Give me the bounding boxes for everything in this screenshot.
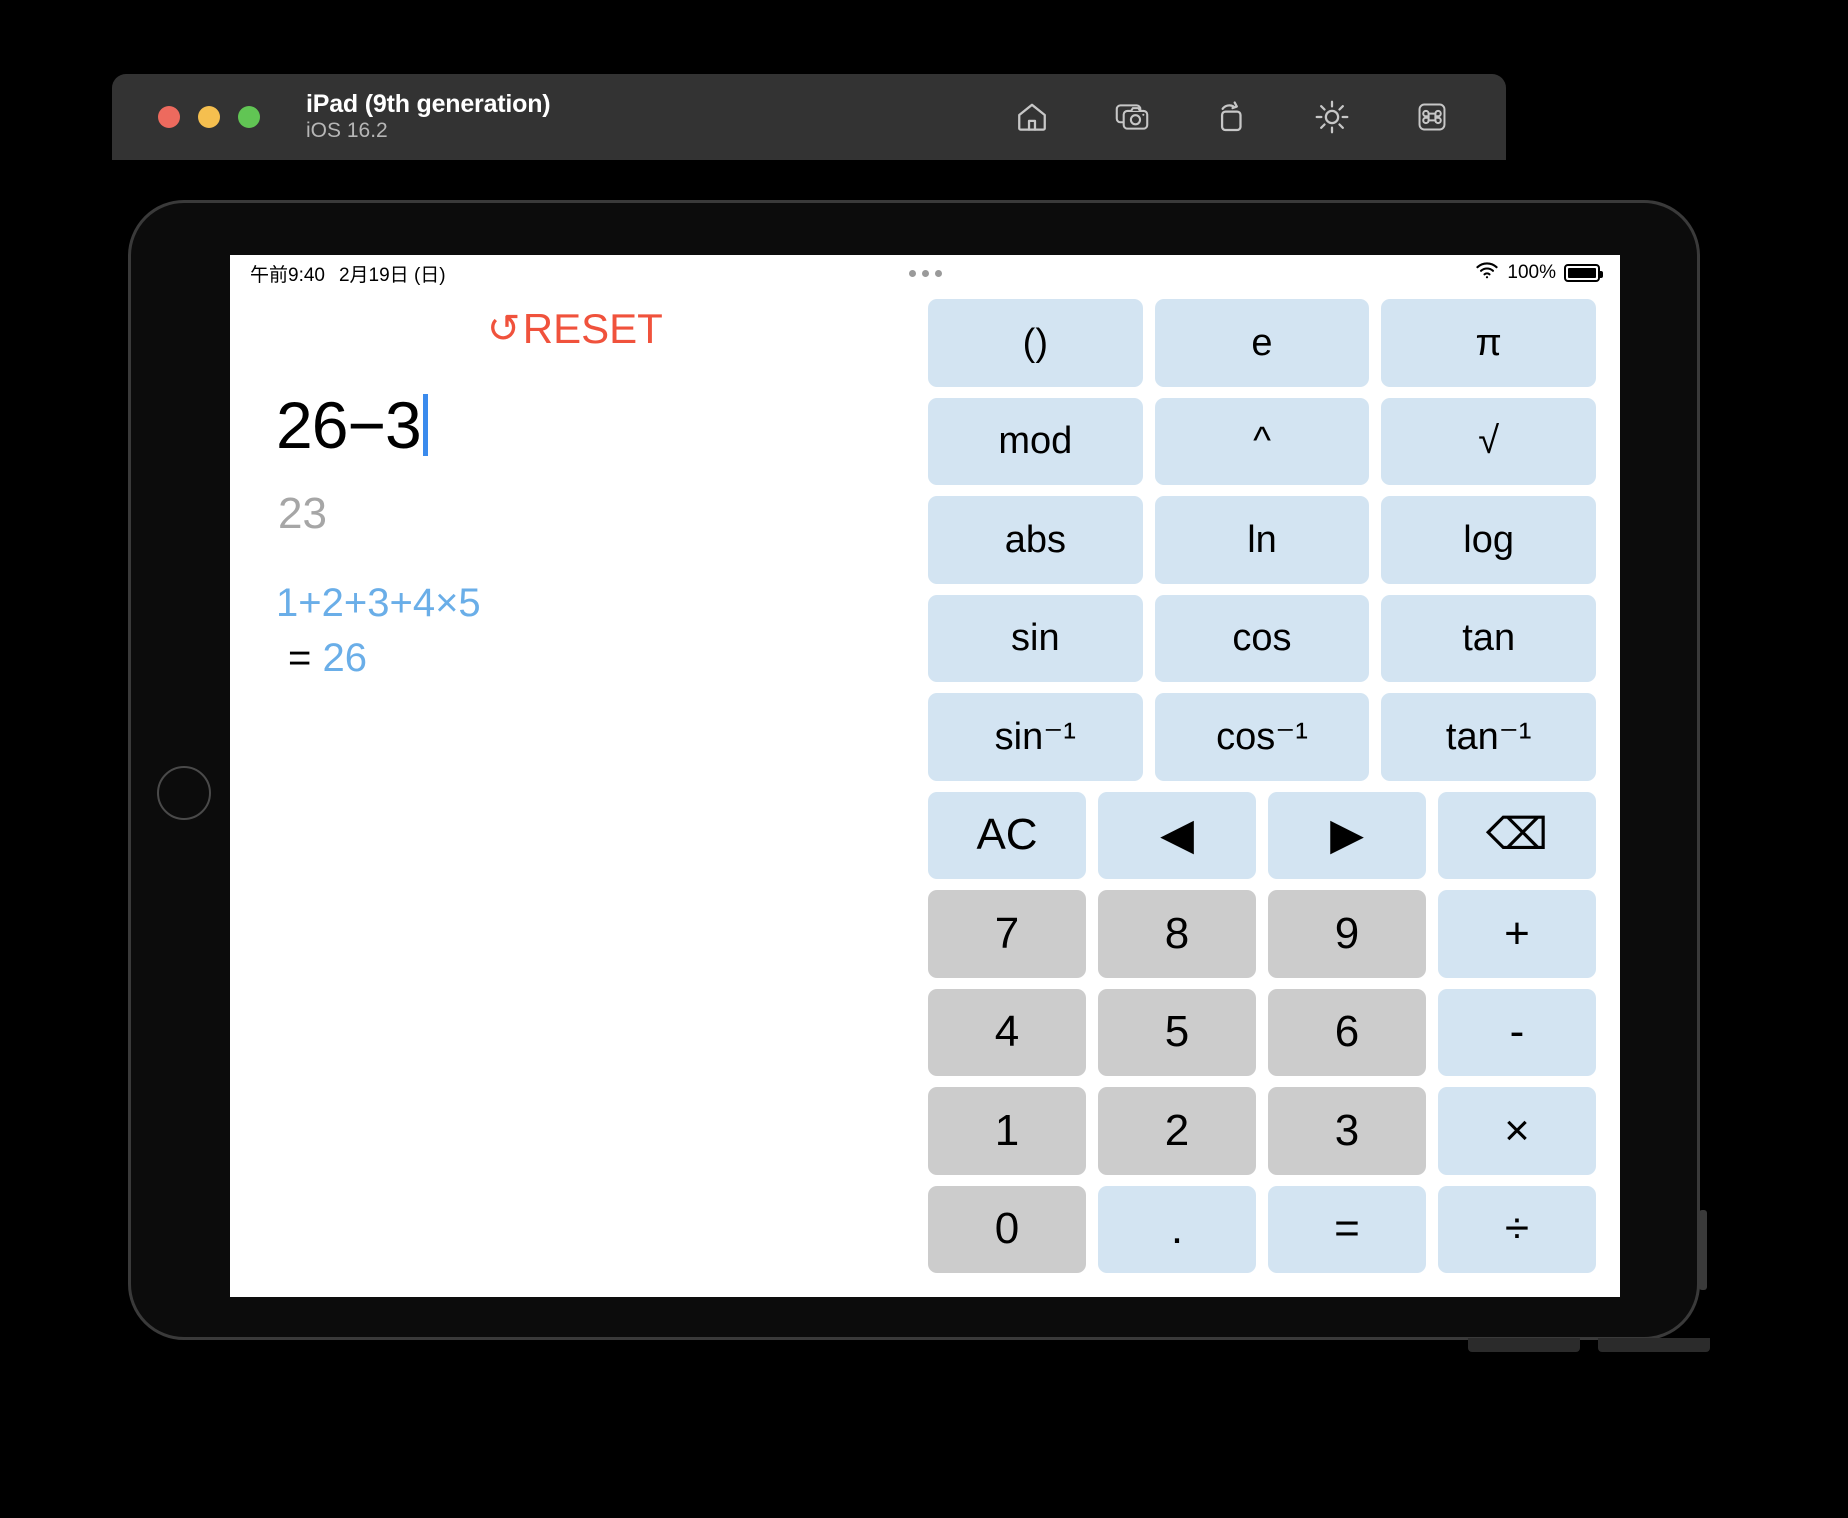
history-result: 26 — [322, 636, 367, 680]
simulator-titlebar: iPad (9th generation) iOS 16.2 — [112, 74, 1506, 160]
reset-button[interactable]: ↻ RESET — [487, 305, 663, 353]
calculator-keypad: () e π mod ^ √ abs ln log sin cos tan sin⁻¹ cos⁻¹ tan⁻… — [928, 299, 1618, 1287]
status-bar-left: 午前9:40 2月19日 (日) — [250, 260, 446, 287]
key-minus[interactable]: - — [1438, 988, 1596, 1076]
key-power[interactable]: ^ — [1154, 397, 1370, 485]
ipad-screen: 午前9:40 2月19日 (日) 100% ↻ RESET 26−3 23 1+… — [230, 255, 1620, 1297]
simulator-toolbar — [1010, 95, 1454, 139]
key-sqrt[interactable]: √ — [1381, 397, 1596, 485]
key-ln[interactable]: ln — [1154, 496, 1370, 584]
ipad-foot-right — [1598, 1338, 1710, 1352]
key-cursor-left[interactable]: ◀ — [1098, 791, 1256, 879]
history-list: 1+2+3+4×5 = 26 — [276, 581, 892, 681]
key-9[interactable]: 9 — [1268, 890, 1426, 978]
history-result-row: = 26 — [288, 636, 892, 681]
key-2[interactable]: 2 — [1098, 1087, 1256, 1175]
key-divide[interactable]: ÷ — [1438, 1185, 1596, 1273]
key-decimal[interactable]: . — [1098, 1185, 1256, 1273]
key-5[interactable]: 5 — [1098, 988, 1256, 1076]
screenshot-root: iPad (9th generation) iOS 16.2 午前9:40 2月… — [0, 0, 1848, 1518]
key-cursor-right[interactable]: ▶ — [1268, 791, 1426, 879]
key-parentheses[interactable]: () — [928, 299, 1143, 387]
simulator-os-version: iOS 16.2 — [306, 119, 388, 143]
zoom-button[interactable] — [238, 106, 260, 128]
key-arccos[interactable]: cos⁻¹ — [1154, 693, 1370, 781]
reset-button-label: RESET — [522, 305, 663, 352]
simulator-title-block: iPad (9th generation) iOS 16.2 — [306, 89, 551, 144]
rotate-icon[interactable] — [1210, 95, 1254, 139]
history-equals-sign: = — [288, 636, 312, 680]
key-equals[interactable]: = — [1268, 1185, 1426, 1273]
home-icon[interactable] — [1010, 95, 1054, 139]
key-arctan[interactable]: tan⁻¹ — [1381, 693, 1596, 781]
ios-status-bar: 午前9:40 2月19日 (日) 100% — [230, 255, 1620, 291]
status-time: 午前9:40 — [250, 264, 325, 286]
expression-text: 26−3 — [276, 388, 422, 462]
ipad-foot-left — [1468, 1338, 1580, 1352]
key-6[interactable]: 6 — [1268, 988, 1426, 1076]
multitask-dots-icon[interactable] — [908, 269, 942, 277]
keyboard-shortcut-icon[interactable] — [1410, 95, 1454, 139]
battery-full-icon — [1564, 264, 1603, 282]
close-button[interactable] — [158, 106, 180, 128]
preview-result: 23 — [278, 489, 327, 538]
battery-percent-label: 100% — [1507, 262, 1556, 283]
key-sin[interactable]: sin — [928, 594, 1143, 682]
key-plus[interactable]: + — [1438, 890, 1596, 978]
reset-row: ↻ RESET — [258, 305, 892, 353]
key-multiply[interactable]: × — [1438, 1087, 1596, 1175]
window-controls — [158, 106, 260, 128]
wifi-icon — [1475, 261, 1499, 285]
key-7[interactable]: 7 — [928, 890, 1086, 978]
history-expression: 1+2+3+4×5 — [276, 581, 481, 625]
key-cos[interactable]: cos — [1154, 594, 1370, 682]
simulator-device-name: iPad (9th generation) — [306, 89, 551, 118]
key-all-clear[interactable]: AC — [928, 791, 1086, 879]
ipad-side-button[interactable] — [1699, 1210, 1707, 1290]
ipad-home-button[interactable] — [157, 766, 211, 820]
key-4[interactable]: 4 — [928, 988, 1086, 1076]
key-8[interactable]: 8 — [1098, 890, 1256, 978]
key-mod[interactable]: mod — [928, 397, 1143, 485]
key-abs[interactable]: abs — [928, 496, 1143, 584]
key-pi[interactable]: π — [1381, 299, 1596, 387]
screenshot-icon[interactable] — [1110, 95, 1154, 139]
key-e[interactable]: e — [1154, 299, 1370, 387]
key-0[interactable]: 0 — [928, 1185, 1086, 1273]
reset-icon: ↻ — [487, 307, 521, 351]
minimize-button[interactable] — [198, 106, 220, 128]
key-log[interactable]: log — [1381, 496, 1596, 584]
status-bar-right: 100% — [1475, 261, 1603, 285]
text-caret — [422, 394, 428, 456]
expression-field[interactable]: 26−3 — [276, 387, 892, 463]
key-3[interactable]: 3 — [1268, 1087, 1426, 1175]
key-tan[interactable]: tan — [1381, 594, 1596, 682]
brightness-icon[interactable] — [1310, 95, 1354, 139]
calculator-display-panel: ↻ RESET 26−3 23 1+2+3+4×5 = 26 — [230, 291, 920, 1297]
key-1[interactable]: 1 — [928, 1087, 1086, 1175]
status-date: 2月19日 (日) — [338, 264, 446, 286]
key-arcsin[interactable]: sin⁻¹ — [928, 693, 1143, 781]
key-backspace[interactable]: ⌫ — [1438, 791, 1596, 879]
